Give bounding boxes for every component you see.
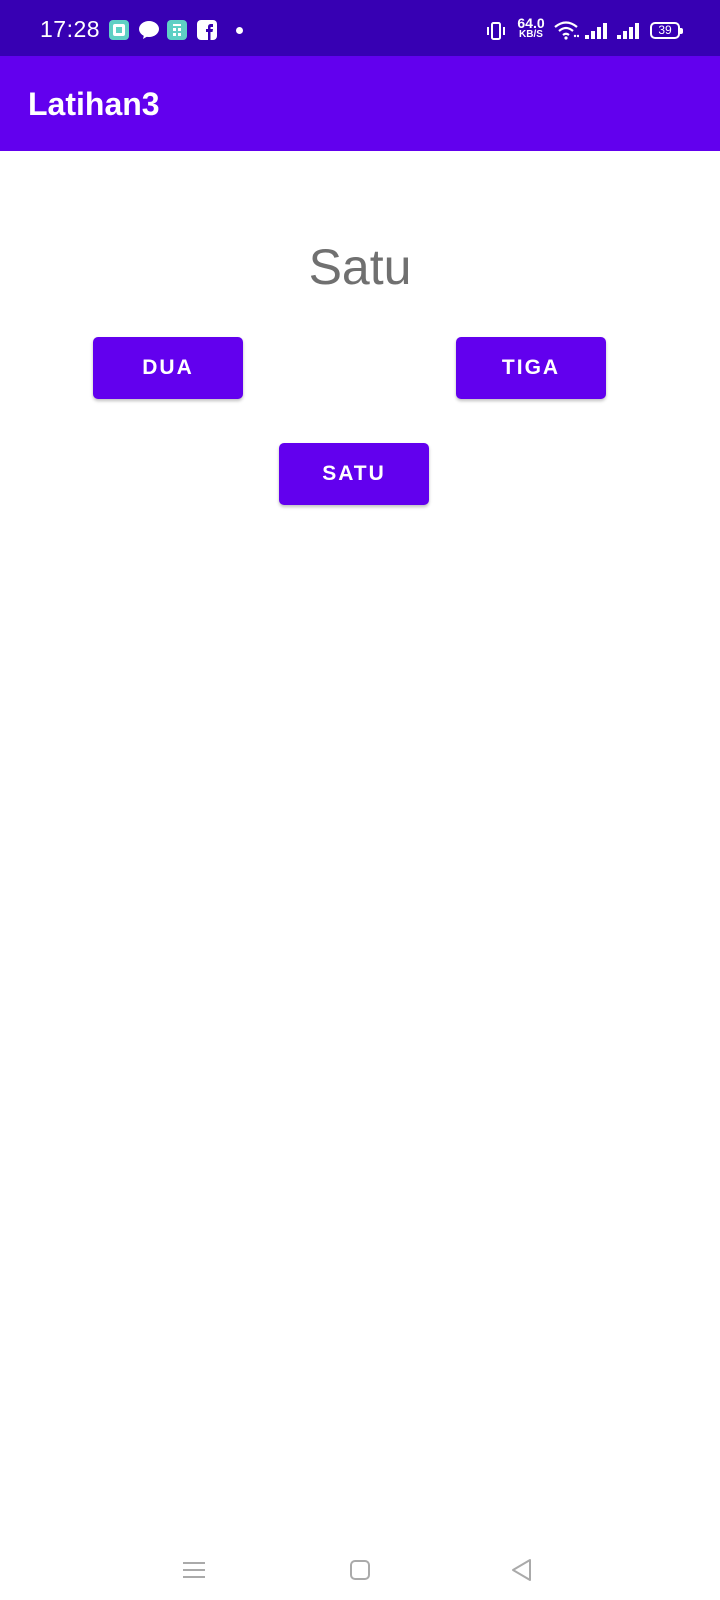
- wifi-icon: [553, 20, 580, 45]
- navigation-bar: [0, 1530, 720, 1600]
- app-square-icon: [109, 20, 129, 40]
- calculator-app-icon: [167, 20, 187, 40]
- network-speed-value: 64.0: [517, 15, 545, 31]
- network-speed: 64.0 KB/S: [514, 15, 548, 40]
- back-icon[interactable]: [502, 1550, 542, 1590]
- vibrate-icon: [486, 21, 506, 46]
- status-bar: 17:28 64.0 KB/S 39: [0, 0, 720, 56]
- menu-icon[interactable]: [174, 1550, 214, 1590]
- tiga-button[interactable]: TIGA: [456, 337, 606, 399]
- signal-icon: [584, 21, 610, 46]
- status-time: 17:28: [40, 16, 101, 42]
- signal-icon: [616, 21, 642, 46]
- kakaotalk-icon: [138, 20, 159, 40]
- dua-button[interactable]: DUA: [93, 337, 243, 399]
- network-speed-unit: KB/S: [519, 29, 543, 40]
- battery-indicator: 39: [650, 22, 683, 39]
- app-title: Latihan3: [28, 86, 160, 122]
- home-icon[interactable]: [340, 1550, 380, 1590]
- facebook-icon: [197, 20, 217, 40]
- satu-button[interactable]: SATU: [279, 443, 429, 505]
- dot-icon: [236, 27, 243, 34]
- display-text: Satu: [308, 239, 412, 295]
- app-bar: Latihan3: [0, 56, 720, 151]
